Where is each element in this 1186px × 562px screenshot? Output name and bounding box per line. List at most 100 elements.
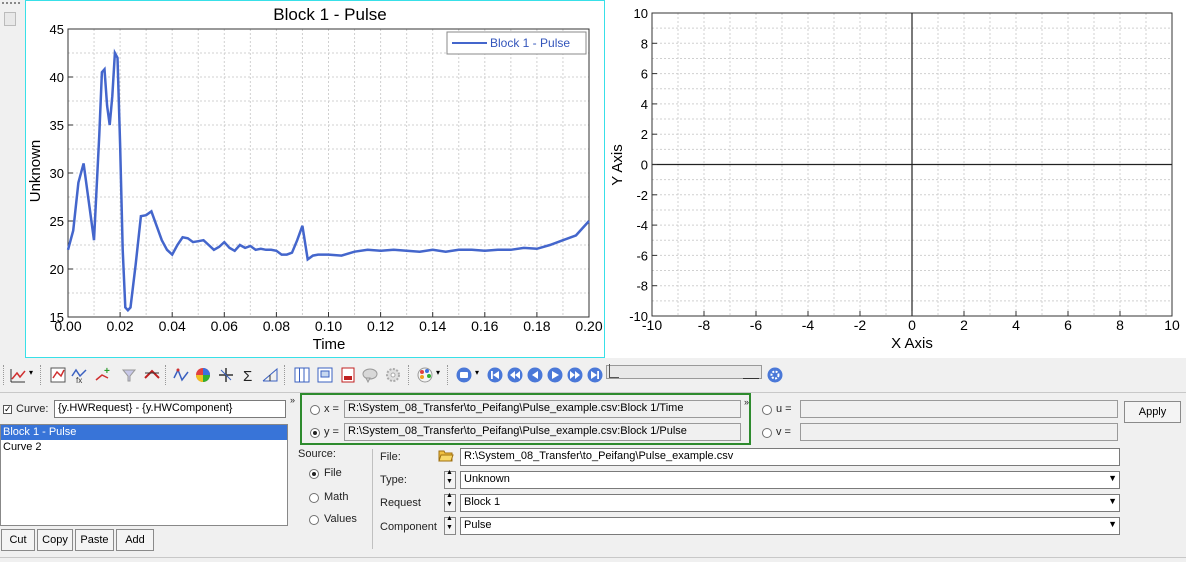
save-image-icon[interactable] — [339, 366, 357, 384]
rewind-icon[interactable] — [506, 366, 524, 384]
first-frame-icon[interactable] — [486, 366, 504, 384]
palette-icon[interactable] — [416, 366, 434, 384]
x-tick-label: -2 — [854, 317, 867, 333]
x-tick-label: 0.14 — [419, 318, 446, 334]
y-tick-label: 6 — [641, 67, 648, 82]
source-values-label: Values — [324, 513, 357, 525]
slider-end-mark — [743, 374, 759, 379]
x-tick-label: 0.04 — [159, 318, 186, 334]
curve-list-item[interactable]: Block 1 - Pulse — [1, 425, 287, 440]
component-select[interactable]: Pulse ▼ — [460, 517, 1120, 535]
x-tick-label: 8 — [1116, 317, 1124, 333]
last-frame-icon[interactable] — [586, 366, 604, 384]
plot1-xlabel: Time — [313, 336, 346, 353]
u-radio[interactable] — [762, 405, 772, 415]
options-gear-icon[interactable] — [384, 366, 402, 384]
palette-dropdown-icon[interactable]: ▾ — [436, 368, 440, 377]
component-spinner[interactable] — [444, 515, 456, 535]
x-tick-label: -4 — [802, 317, 815, 333]
add-button[interactable]: Add — [116, 529, 154, 551]
curve-list[interactable]: Block 1 - Pulse Curve 2 — [0, 424, 288, 526]
animation-dropdown-icon[interactable]: ▾ — [475, 368, 479, 377]
type-spinner[interactable] — [444, 469, 456, 489]
sum-icon[interactable]: Σ — [240, 366, 258, 384]
x-radio[interactable] — [310, 405, 320, 415]
peak-icon[interactable] — [143, 366, 161, 384]
add-curve-icon[interactable]: + — [94, 366, 112, 384]
plot-type-icon[interactable] — [9, 366, 27, 384]
svg-text:Σ: Σ — [243, 368, 252, 384]
request-label: Request — [380, 497, 421, 509]
plot-window-2[interactable]: -10 -8 -6 -4 -2 0 2 4 6 8 10 -10 -8 -6 -4 -2 0 2 4 6 8 10 X A… — [605, 0, 1186, 358]
component-select-value: Pulse — [464, 519, 492, 531]
layout-icon[interactable] — [316, 366, 334, 384]
request-spinner[interactable] — [444, 492, 456, 512]
curve-editor-panel: ✓ Curve: {y.HWRequest} - {y.HWComponent}… — [0, 392, 1186, 561]
apply-button[interactable]: Apply — [1124, 401, 1181, 423]
define-curve-icon[interactable] — [49, 366, 67, 384]
play-icon[interactable] — [546, 366, 564, 384]
paste-button[interactable]: Paste — [75, 529, 114, 551]
source-file-radio[interactable] — [309, 469, 319, 479]
y-vector-field[interactable]: R:\System_08_Transfer\to_Peifang\Pulse_e… — [344, 423, 741, 441]
y-tick-label: 25 — [50, 214, 64, 229]
fast-forward-icon[interactable] — [566, 366, 584, 384]
expand-arrows-icon[interactable]: » — [744, 397, 749, 407]
toolbar-separator — [447, 365, 448, 385]
y-label: y = — [324, 426, 339, 438]
open-folder-icon[interactable] — [438, 448, 454, 462]
grid-icon[interactable] — [293, 366, 311, 384]
v-vector-field[interactable] — [800, 423, 1118, 441]
y-tick-label: 40 — [50, 70, 64, 85]
axes-icon[interactable] — [217, 366, 235, 384]
panel-grip-icon[interactable] — [2, 2, 20, 8]
page-icon[interactable] — [4, 12, 16, 26]
animation-slider[interactable] — [606, 364, 762, 379]
plot-type-dropdown-icon[interactable]: ▾ — [29, 368, 33, 377]
source-math-radio[interactable] — [309, 493, 319, 503]
curve-list-item[interactable]: Curve 2 — [1, 440, 287, 455]
y-tick-label: -10 — [629, 309, 648, 324]
chevron-down-icon[interactable]: ▼ — [1108, 519, 1117, 529]
x-tick-label: 0.08 — [263, 318, 290, 334]
x-tick-label: 4 — [1012, 317, 1020, 333]
plot-window-1[interactable]: Block 1 - Pulse 0.00 0.02 0.04 0.06 0.08 0.10… — [25, 0, 605, 358]
y-tick-label: -2 — [636, 188, 648, 203]
type-select[interactable]: Unknown ▼ — [460, 471, 1120, 489]
y-tick-label: -8 — [636, 279, 648, 294]
color-wheel-icon[interactable] — [194, 366, 212, 384]
status-bar — [0, 557, 1186, 562]
copy-button[interactable]: Copy — [37, 529, 73, 551]
svg-text:+: + — [104, 366, 110, 377]
animation-settings-icon[interactable] — [766, 366, 784, 384]
request-select-value: Block 1 — [464, 496, 501, 508]
plot2-ylabel: Y Axis — [609, 144, 626, 185]
filter-icon[interactable] — [120, 366, 138, 384]
x-vector-field[interactable]: R:\System_08_Transfer\to_Peifang\Pulse_e… — [344, 400, 741, 418]
pulse-chart[interactable]: Block 1 - Pulse 0.00 0.02 0.04 0.06 0.08 0.10… — [26, 1, 604, 357]
request-select[interactable]: Block 1 ▼ — [460, 494, 1120, 512]
curve-checkbox[interactable]: ✓ — [3, 405, 12, 414]
measure-icon[interactable] — [261, 366, 279, 384]
x-tick-label: 0 — [908, 317, 916, 333]
source-divider — [372, 449, 373, 549]
slider-thumb[interactable] — [609, 364, 619, 378]
y-tick-label: 10 — [634, 6, 648, 21]
note-icon[interactable] — [361, 366, 379, 384]
chevron-down-icon[interactable]: ▼ — [1108, 496, 1117, 506]
empty-xy-chart[interactable]: -10 -8 -6 -4 -2 0 2 4 6 8 10-10-8-6-4-20246810 X A… — [605, 0, 1186, 358]
v-radio[interactable] — [762, 428, 772, 438]
u-vector-field[interactable] — [800, 400, 1118, 418]
step-back-icon[interactable] — [526, 366, 544, 384]
y-radio[interactable] — [310, 428, 320, 438]
curve-name-input[interactable]: {y.HWRequest} - {y.HWComponent} — [54, 400, 286, 418]
file-path-input[interactable]: R:\System_08_Transfer\to_Peifang\Pulse_e… — [460, 448, 1120, 466]
animation-mode-icon[interactable] — [455, 366, 473, 384]
math-curve-icon[interactable]: fx — [70, 366, 88, 384]
source-values-radio[interactable] — [309, 515, 319, 525]
source-math-label: Math — [324, 491, 349, 503]
cut-button[interactable]: Cut — [1, 529, 35, 551]
curve-attributes-icon[interactable] — [172, 366, 190, 384]
expand-arrows-icon[interactable]: » — [290, 395, 295, 405]
chevron-down-icon[interactable]: ▼ — [1108, 473, 1117, 483]
